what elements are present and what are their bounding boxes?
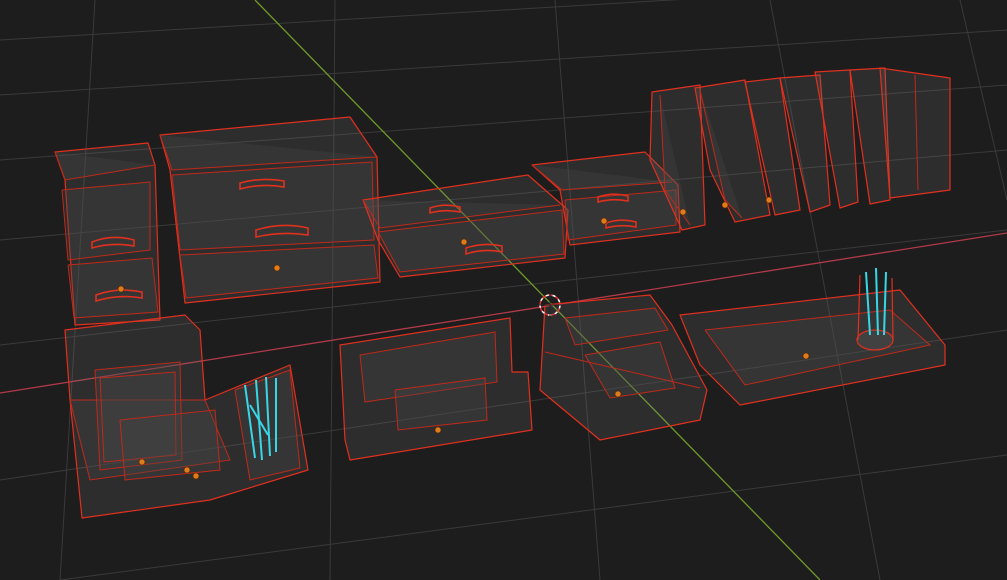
3d-viewport[interactable] bbox=[0, 0, 1007, 580]
long-tray-with-pen-cup[interactable] bbox=[679, 267, 946, 406]
wide-two-drawer-cabinet[interactable] bbox=[159, 116, 381, 304]
object-origin bbox=[138, 458, 146, 466]
object-origin bbox=[802, 352, 810, 360]
object-origin bbox=[600, 217, 608, 225]
viewport-canvas[interactable] bbox=[0, 0, 1007, 580]
desk-organizer-with-pencils[interactable] bbox=[64, 314, 309, 519]
object-origin bbox=[273, 264, 281, 272]
low-drawer-unit[interactable] bbox=[362, 174, 569, 278]
object-origin bbox=[192, 472, 200, 480]
object-origin bbox=[765, 196, 773, 204]
object-origin bbox=[434, 426, 442, 434]
object-origin bbox=[721, 201, 729, 209]
object-origin bbox=[183, 466, 191, 474]
object-origin bbox=[614, 390, 622, 398]
object-origin bbox=[117, 285, 125, 293]
letter-tray[interactable] bbox=[339, 317, 533, 461]
object-origin bbox=[679, 208, 687, 216]
object-origin bbox=[460, 238, 468, 246]
tall-drawer-cabinet[interactable] bbox=[54, 142, 161, 326]
binder-row[interactable] bbox=[744, 67, 951, 216]
